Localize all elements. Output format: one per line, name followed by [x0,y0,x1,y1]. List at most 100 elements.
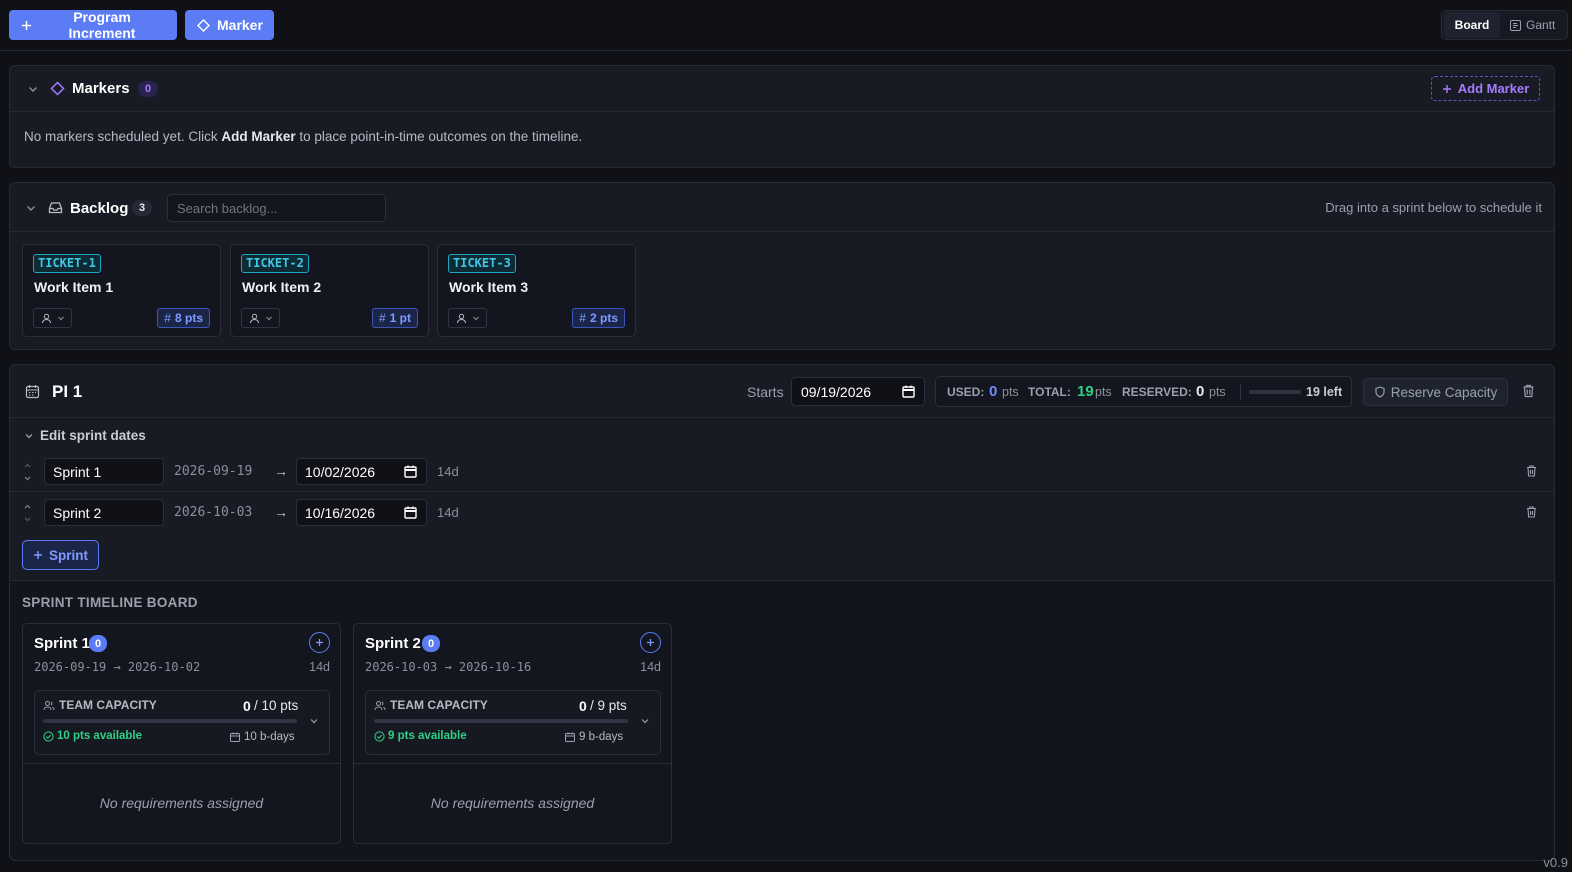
sprint-duration: 14d [437,505,459,520]
capacity-bar [374,719,628,723]
ticket-card[interactable]: TICKET-2 Work Item 2 #1 pt [230,244,429,337]
edit-sprint-dates-toggle[interactable]: Edit sprint dates [24,428,146,443]
markers-title: Markers [72,80,130,97]
backlog-title: Backlog [70,200,129,217]
points-badge[interactable]: #8 pts [157,308,210,328]
backlog-header: Backlog 3 Drag into a sprint below to sc… [10,183,1554,232]
sprint-duration: 14d [437,464,459,479]
sprint-item-count: 0 [89,635,107,652]
points-available: 9 pts available [388,730,467,742]
gantt-icon [1510,19,1521,31]
sprint-date-range: 2026-10-03 → 2026-10-16 [365,660,532,674]
add-marker-button[interactable]: Add Marker [1431,76,1540,101]
sprint-column: Sprint 2 0 2026-10-03 → 2026-10-16 14d T… [353,623,672,844]
sprint-date-range: 2026-09-19 → 2026-10-02 [34,660,201,674]
trash-icon[interactable] [1522,384,1535,398]
capacity-bar [43,719,297,723]
ticket-key: TICKET-3 [448,254,516,273]
sprint-date-row: 2026-09-19 → 10/02/2026 14d [10,452,1554,492]
chevron-down-icon [472,314,480,322]
business-days: 9 b-days [579,731,624,743]
reorder-icon[interactable] [23,503,32,523]
sprint-name-input[interactable] [44,458,164,485]
ticket-key: TICKET-2 [241,254,309,273]
add-sprint-button[interactable]: Sprint [22,540,99,570]
sprint-end-date-input[interactable]: 10/02/2026 [296,458,427,485]
reserved-value: 0 [1196,383,1205,400]
team-capacity-card: TEAM CAPACITY 0 / 10 pts 10 pts availabl… [34,690,330,755]
capacity-summary: USED: 0 pts TOTAL: 19 pts RESERVED: 0 pt… [935,376,1352,407]
points-badge[interactable]: #1 pt [371,308,418,328]
ticket-title: Work Item 1 [34,279,114,295]
top-toolbar: Program Increment Marker Board Gantt [0,0,1572,51]
backlog-search-input[interactable] [167,194,386,222]
divider [1240,384,1241,400]
chevron-down-icon [24,431,34,441]
sprint-end-date-input[interactable]: 10/16/2026 [296,499,427,526]
used-label: USED: [947,385,985,399]
program-increment-panel: PI 1 Starts 09/19/2026 USED: 0 pts TOTAL… [9,364,1555,861]
users-icon [43,700,55,711]
sprint-duration: 14d [640,660,661,674]
collapse-chevron-icon[interactable] [27,83,39,95]
board-view-tab[interactable]: Board [1444,12,1500,38]
trash-icon[interactable] [1526,506,1537,518]
sprint-duration: 14d [309,660,330,674]
ticket-card[interactable]: TICKET-1 Work Item 1 #8 pts [22,244,221,337]
total-unit: pts [1095,385,1112,399]
starts-label: Starts [747,384,784,400]
backlog-panel: Backlog 3 Drag into a sprint below to sc… [9,182,1555,350]
used-unit: pts [1002,385,1019,399]
sprint-column: Sprint 1 0 2026-09-19 → 2026-10-02 14d T… [22,623,341,844]
points-left: 19 left [1306,385,1343,399]
capacity-label: TEAM CAPACITY [390,698,488,712]
capacity-progress-bar [1249,390,1301,394]
version-label: v0.9 [1543,855,1568,870]
board-title: SPRINT TIMELINE BOARD [22,595,198,610]
reserve-capacity-button[interactable]: Reserve Capacity [1363,378,1508,406]
hash-icon: # [378,311,386,325]
check-circle-icon [374,731,385,742]
calendar-icon[interactable] [902,385,915,398]
add-item-icon[interactable] [309,632,330,653]
chevron-down-icon[interactable] [640,716,650,726]
pi-start-date-input[interactable]: 09/19/2026 [791,377,925,406]
diamond-icon [197,18,210,32]
reorder-icon[interactable] [23,462,32,482]
chevron-down-icon[interactable] [309,716,319,726]
chevron-down-icon [57,314,65,322]
calendar-icon[interactable] [404,465,417,478]
hash-icon: # [579,311,586,325]
capacity-total: / 10 pts [254,698,299,713]
plus-icon [33,550,43,560]
add-item-icon[interactable] [640,632,661,653]
sprint-column-title: Sprint 2 [365,635,421,652]
sprint-start-date: 2026-09-19 [174,464,253,479]
assignee-dropdown[interactable] [33,308,72,328]
sprint-name-input[interactable] [44,499,164,526]
plus-icon [1442,84,1452,94]
markers-header: Markers 0 Add Marker [10,66,1554,112]
ticket-title: Work Item 3 [449,279,529,295]
inbox-icon [48,200,63,215]
calendar-icon [565,732,575,742]
hash-icon: # [164,311,171,325]
backlog-hint: Drag into a sprint below to schedule it [1325,200,1542,215]
ticket-key: TICKET-1 [33,254,101,273]
plus-icon [21,20,32,31]
gantt-view-tab[interactable]: Gantt [1510,18,1555,32]
pi-title: PI 1 [52,382,83,401]
trash-icon[interactable] [1526,465,1537,477]
calendar-icon[interactable] [404,506,417,519]
assignee-dropdown[interactable] [448,308,487,328]
assignee-dropdown[interactable] [241,308,280,328]
add-marker-toolbar-button[interactable]: Marker [185,10,274,40]
add-program-increment-button[interactable]: Program Increment [9,9,177,41]
diamond-icon [50,81,65,96]
ticket-card[interactable]: TICKET-3 Work Item 3 #2 pts [437,244,636,337]
sprint-date-row: 2026-10-03 → 10/16/2026 14d [10,493,1554,533]
check-circle-icon [43,731,54,742]
collapse-chevron-icon[interactable] [25,202,37,214]
pi-header: PI 1 Starts 09/19/2026 USED: 0 pts TOTAL… [10,365,1554,418]
points-badge[interactable]: #2 pts [572,308,625,328]
